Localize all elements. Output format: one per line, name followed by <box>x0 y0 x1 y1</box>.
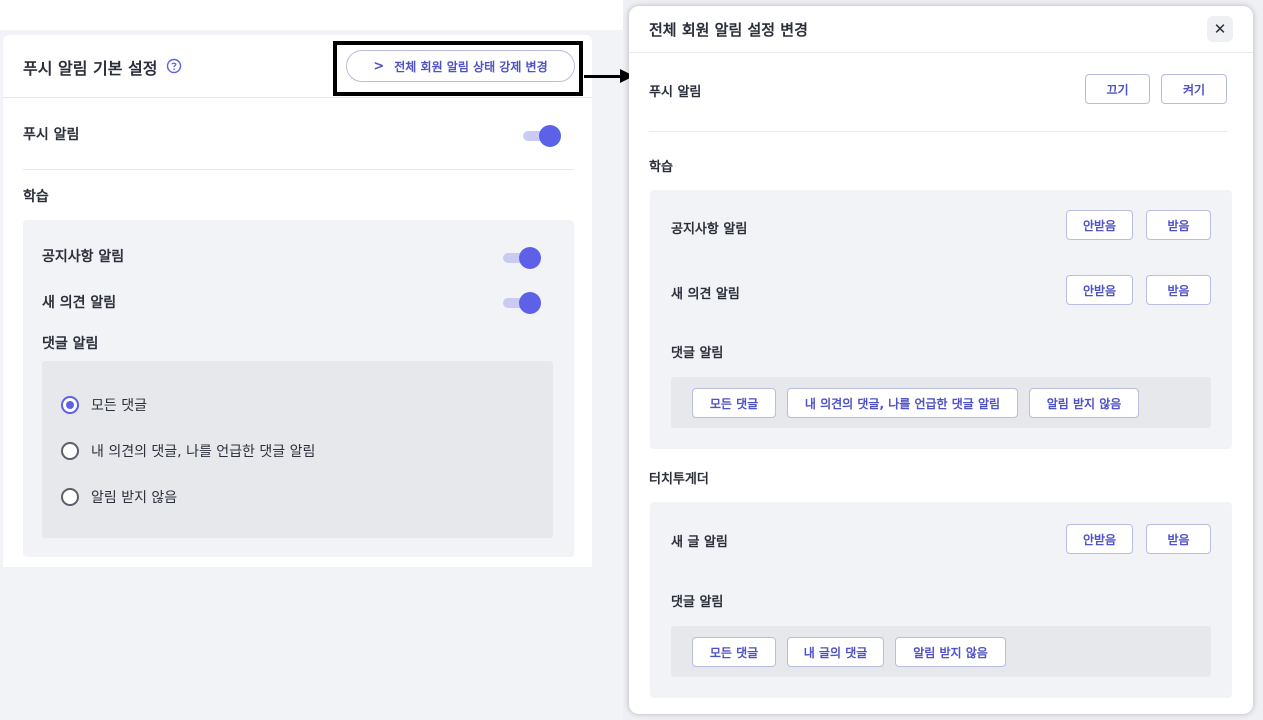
modal-title: 전체 회원 알림 설정 변경 <box>649 21 808 39</box>
opinion-reject-button[interactable]: 안받음 <box>1066 275 1133 305</box>
radio-button-checked[interactable] <box>61 396 79 414</box>
radio-option-all[interactable]: 모든 댓글 <box>61 395 147 415</box>
top-strip <box>0 0 623 30</box>
toggle-knob <box>539 125 561 147</box>
new-post-label: 새 글 알림 <box>671 535 728 550</box>
divider <box>649 131 1228 132</box>
push-settings-panel: 푸시 알림 기본 설정 > 전체 회원 알림 상태 강제 변경 푸시 알림 학습… <box>3 35 592 567</box>
chip-no-notification[interactable]: 알림 받지 않음 <box>895 637 1006 667</box>
push-label: 푸시 알림 <box>649 85 702 100</box>
study-section-label: 학습 <box>649 160 673 175</box>
new-post-accept-button[interactable]: 받음 <box>1146 524 1211 554</box>
study-section-label: 학습 <box>23 189 49 205</box>
opinion-accept-button[interactable]: 받음 <box>1146 275 1211 305</box>
chip-my-opinion-comments[interactable]: 내 의견의 댓글, 나를 언급한 댓글 알림 <box>787 388 1018 418</box>
notice-label: 공지사항 알림 <box>42 249 125 265</box>
chip-all-comments[interactable]: 모든 댓글 <box>692 637 776 667</box>
radio-option-none[interactable]: 알림 받지 않음 <box>61 487 177 507</box>
radio-button[interactable] <box>61 442 79 460</box>
close-button[interactable]: ✕ <box>1207 16 1233 42</box>
radio-label: 내 의견의 댓글, 나를 언급한 댓글 알림 <box>91 444 316 460</box>
touch-section-label: 터치투게더 <box>649 472 709 487</box>
notice-label: 공지사항 알림 <box>671 222 748 237</box>
toggle-knob <box>519 247 541 269</box>
new-post-reject-button[interactable]: 안받음 <box>1066 524 1133 554</box>
chip-all-comments[interactable]: 모든 댓글 <box>692 388 776 418</box>
comment-label: 댓글 알림 <box>42 336 99 352</box>
opinion-toggle[interactable] <box>503 291 543 315</box>
close-icon: ✕ <box>1213 20 1227 38</box>
opinion-label: 새 의견 알림 <box>671 287 740 302</box>
bulk-notification-modal: 전체 회원 알림 설정 변경 ✕ 푸시 알림 끄기 켜기 학습 공지사항 알림 … <box>629 6 1253 714</box>
toggle-knob <box>519 292 541 314</box>
panel-title: 푸시 알림 기본 설정 <box>23 59 158 78</box>
touch-comment-label: 댓글 알림 <box>671 595 724 610</box>
radio-label: 알림 받지 않음 <box>91 490 178 506</box>
notice-accept-button[interactable]: 받음 <box>1146 210 1211 240</box>
chip-no-notification[interactable]: 알림 받지 않음 <box>1029 388 1139 418</box>
comment-label: 댓글 알림 <box>671 346 724 361</box>
help-icon[interactable] <box>166 58 182 74</box>
opinion-label: 새 의견 알림 <box>42 295 117 311</box>
radio-label: 모든 댓글 <box>91 398 147 414</box>
radio-button[interactable] <box>61 488 79 506</box>
annotation-highlight-box <box>333 41 583 96</box>
push-toggle[interactable] <box>523 124 563 148</box>
divider <box>23 169 574 170</box>
notice-toggle[interactable] <box>503 246 543 270</box>
push-off-button[interactable]: 끄기 <box>1085 74 1150 104</box>
push-on-button[interactable]: 켜기 <box>1161 74 1227 104</box>
annotation-arrow-line <box>584 75 624 78</box>
notice-reject-button[interactable]: 안받음 <box>1066 210 1133 240</box>
modal-header: 전체 회원 알림 설정 변경 ✕ <box>629 6 1253 53</box>
chip-my-post-comments[interactable]: 내 글의 댓글 <box>787 637 884 667</box>
radio-option-mine[interactable]: 내 의견의 댓글, 나를 언급한 댓글 알림 <box>61 441 315 461</box>
push-label: 푸시 알림 <box>23 127 80 143</box>
